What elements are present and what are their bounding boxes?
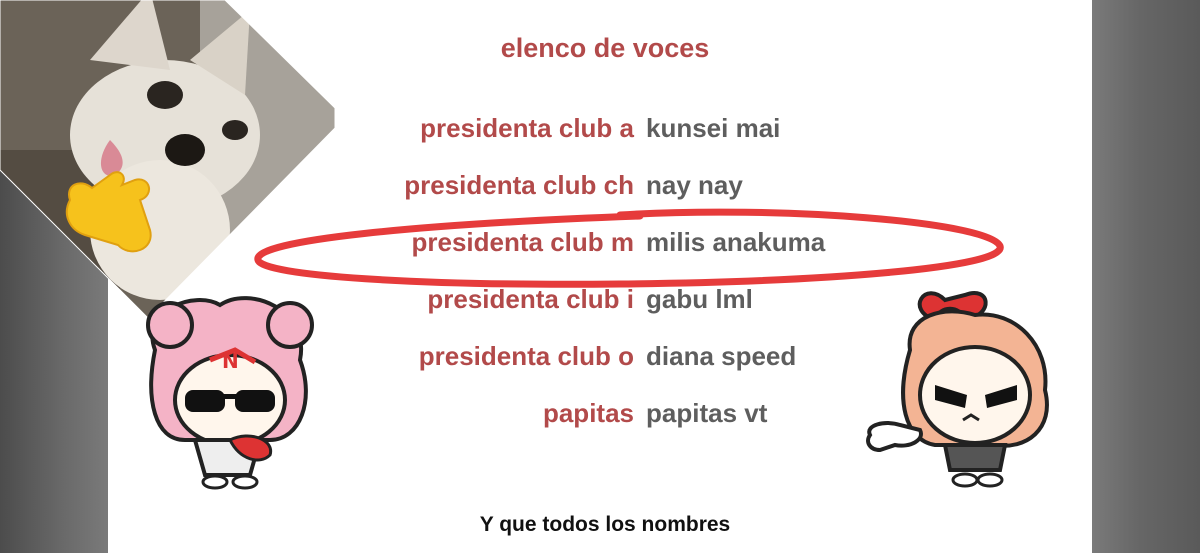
svg-text:N: N bbox=[222, 349, 239, 373]
red-bow-chibi-character bbox=[866, 291, 1049, 488]
chihuahua-meme-image bbox=[0, 0, 336, 319]
pink-chibi-character: N bbox=[146, 296, 314, 490]
footer-caption: Y que todos los nombres bbox=[479, 513, 731, 536]
